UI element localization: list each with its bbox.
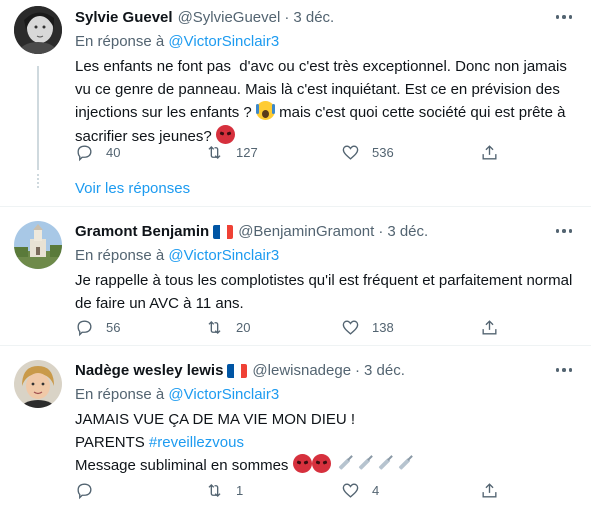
- tweet-text: Les enfants ne font pas d'avc ou c'est t…: [75, 56, 579, 148]
- author-name[interactable]: Sylvie Guevel: [75, 9, 173, 26]
- avatar[interactable]: [14, 221, 62, 269]
- retweet-icon: [208, 145, 221, 159]
- retweet-button[interactable]: 20: [205, 318, 250, 337]
- text-line: Je rappelle à tous les complotistes qu'i…: [75, 272, 573, 289]
- syringe-emoji: [355, 454, 375, 473]
- like-icon: [342, 482, 359, 498]
- angry-face-emoji: [292, 454, 312, 473]
- text-line: vu ce genre de panneau. Mais là c'est in…: [75, 80, 560, 98]
- reply-context: En réponse à @VictorSinclair3: [75, 385, 579, 405]
- reply-icon: [77, 482, 92, 499]
- tweet-actions: 1 4: [75, 478, 505, 502]
- like-count: 536: [372, 144, 394, 160]
- share-icon: [482, 482, 497, 498]
- tweet-actions: 56 20 138: [75, 315, 505, 339]
- avatar[interactable]: [14, 360, 62, 408]
- retweet-button[interactable]: 1: [205, 481, 243, 500]
- author-name[interactable]: Nadège wesley lewis: [75, 362, 223, 379]
- share-icon: [482, 319, 497, 335]
- france-flag-icon: [213, 225, 234, 239]
- share-icon: [482, 144, 497, 160]
- share-button[interactable]: [480, 143, 499, 162]
- syringe-emoji: [375, 454, 395, 473]
- retweet-count: 127: [236, 144, 258, 160]
- reply-count: 40: [106, 144, 121, 160]
- author-handle[interactable]: @SylvieGuevel: [178, 9, 281, 26]
- author-handle[interactable]: @BenjaminGramont: [238, 223, 374, 240]
- tweet-gramont[interactable]: Gramont Benjamin @BenjaminGramont · 3 dé…: [0, 207, 591, 345]
- share-button[interactable]: [480, 481, 499, 500]
- reply-to-link[interactable]: @VictorSinclair3: [168, 33, 279, 50]
- tweet-text: JAMAIS VUE ÇA DE MA VIE MON DIEU ! PAREN…: [75, 409, 579, 478]
- tweet-actions: 40 127 536: [75, 140, 505, 164]
- like-count: 138: [372, 319, 394, 335]
- retweet-button[interactable]: 127: [205, 143, 258, 162]
- like-count: 4: [372, 482, 380, 498]
- reply-prefix: En réponse à: [75, 33, 169, 50]
- thread-dots: [37, 174, 39, 190]
- reply-button[interactable]: 40: [75, 143, 120, 162]
- syringe-emoji: [395, 454, 415, 473]
- separator-dot: ·: [284, 8, 290, 26]
- text-line: mais c'est quoi cette société qui est pr…: [274, 104, 566, 121]
- show-replies-link[interactable]: Voir les réponses: [75, 180, 190, 197]
- like-icon: [342, 319, 359, 335]
- retweet-count: 20: [236, 319, 251, 335]
- text-line: Les enfants ne font pas d'avc ou c'est t…: [75, 58, 567, 75]
- tweet-date[interactable]: 3 déc.: [387, 223, 428, 240]
- screaming-face-emoji: [255, 101, 275, 120]
- reply-prefix: En réponse à: [75, 386, 169, 403]
- reply-icon: [77, 144, 92, 161]
- text-line: JAMAIS VUE ÇA DE MA VIE MON DIEU !: [75, 411, 356, 428]
- avatar[interactable]: [14, 6, 62, 54]
- angry-face-emoji: [311, 454, 331, 473]
- separator-dot: ·: [355, 361, 361, 379]
- reply-to-link[interactable]: @VictorSinclair3: [168, 386, 279, 403]
- tweet-date[interactable]: 3 déc.: [293, 9, 334, 26]
- hashtag-link[interactable]: #reveillezvous: [149, 434, 244, 451]
- reply-button[interactable]: 56: [75, 318, 120, 337]
- reply-prefix: En réponse à: [75, 247, 169, 264]
- text-line: de faire un AVC à 11 ans.: [75, 294, 244, 312]
- text-line: PARENTS: [75, 433, 149, 451]
- retweet-icon: [208, 483, 221, 497]
- reply-icon: [77, 319, 92, 336]
- more-icon[interactable]: [549, 220, 579, 242]
- author-handle[interactable]: @lewisnadege: [252, 362, 351, 379]
- author-name[interactable]: Gramont Benjamin: [75, 223, 209, 240]
- retweet-icon: [208, 320, 221, 334]
- syringe-emoji: [335, 454, 355, 473]
- retweet-count: 1: [236, 482, 244, 498]
- separator-dot: ·: [378, 222, 384, 240]
- like-button[interactable]: 138: [341, 318, 394, 337]
- france-flag-icon: [227, 364, 248, 378]
- like-button[interactable]: 4: [341, 481, 379, 500]
- like-icon: [342, 144, 359, 160]
- more-icon[interactable]: [549, 6, 579, 28]
- reply-context: En réponse à @VictorSinclair3: [75, 32, 579, 52]
- like-button[interactable]: 536: [341, 143, 394, 162]
- reply-button[interactable]: [75, 481, 106, 500]
- tweet-sylvie[interactable]: Sylvie Guevel @SylvieGuevel · 3 déc. En …: [0, 0, 591, 175]
- reply-context: En réponse à @VictorSinclair3: [75, 246, 579, 266]
- more-icon[interactable]: [549, 359, 579, 381]
- reply-to-link[interactable]: @VictorSinclair3: [168, 247, 279, 264]
- tweet-date[interactable]: 3 déc.: [364, 362, 405, 379]
- reply-count: 56: [106, 319, 121, 335]
- tweet-text: Je rappelle à tous les complotistes qu'i…: [75, 270, 579, 315]
- tweet-nadege[interactable]: Nadège wesley lewis @lewisnadege · 3 déc…: [0, 346, 591, 516]
- text-line: injections sur les enfants ?: [75, 104, 256, 121]
- text-line: Message subliminal en sommes: [75, 457, 293, 474]
- share-button[interactable]: [480, 318, 499, 337]
